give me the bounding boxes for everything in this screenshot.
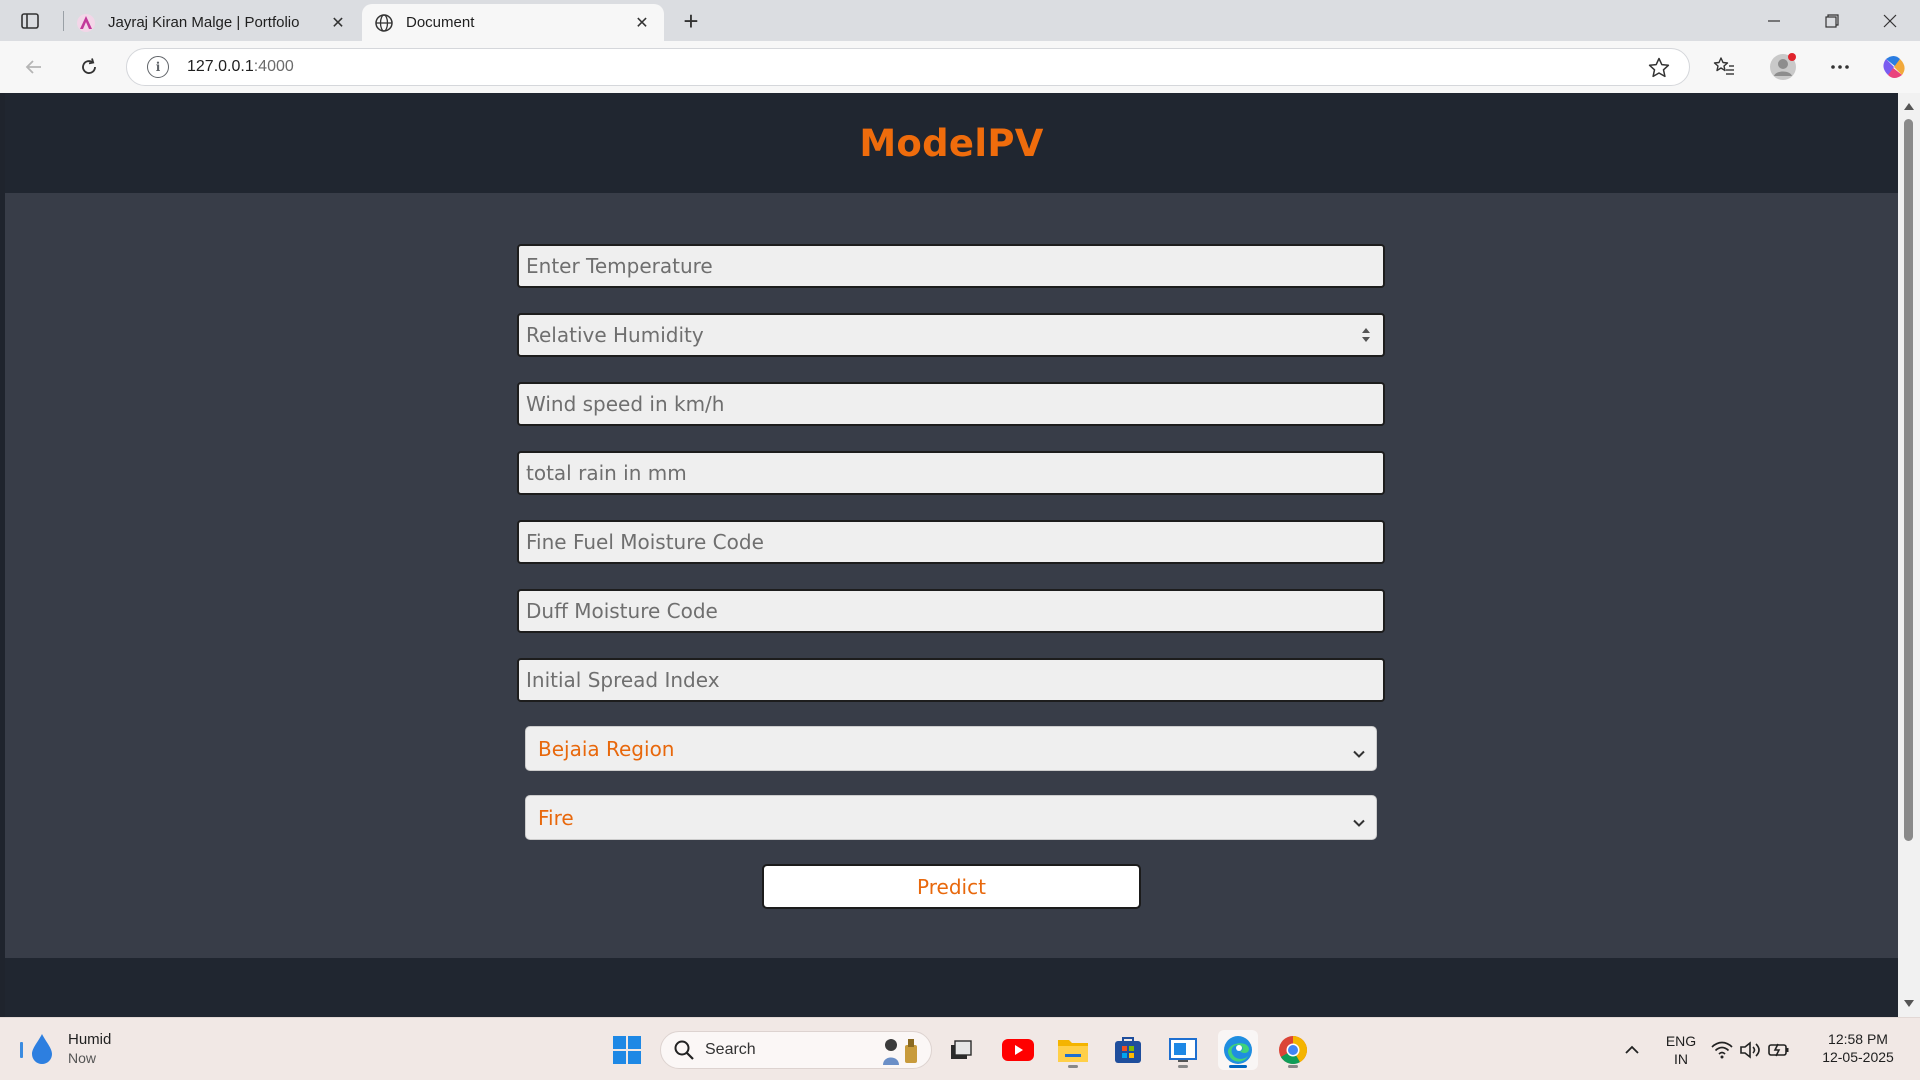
remote-desktop-icon[interactable] — [1163, 1030, 1203, 1070]
wind-speed-input[interactable]: Wind speed in km/h — [517, 382, 1385, 426]
region-select[interactable]: Bejaia Region — [525, 726, 1377, 771]
profile-avatar-icon[interactable] — [1767, 51, 1799, 83]
copilot-icon[interactable] — [1878, 51, 1910, 83]
browser-toolbar: i 127.0.0.1:4000 — [0, 41, 1920, 93]
url-host: 127.0.0.1 — [187, 58, 254, 75]
edge-browser-icon[interactable] — [1218, 1030, 1258, 1070]
running-indicator — [1068, 1065, 1078, 1068]
task-view-icon[interactable] — [941, 1030, 981, 1070]
tab-document[interactable]: Document ✕ — [362, 4, 664, 41]
clock[interactable]: 12:58 PM 12-05-2025 — [1810, 1030, 1906, 1066]
windows-start-icon[interactable] — [607, 1030, 647, 1070]
tab-portfolio[interactable]: Jayraj Kiran Malge | Portfolio ✕ — [64, 4, 360, 41]
youtube-icon[interactable] — [998, 1030, 1038, 1070]
temperature-input[interactable]: Enter Temperature — [517, 244, 1385, 288]
microsoft-store-icon[interactable] — [1108, 1030, 1148, 1070]
address-bar[interactable]: i 127.0.0.1:4000 — [126, 48, 1690, 86]
file-explorer-icon[interactable] — [1053, 1030, 1093, 1070]
show-hidden-icons-chevron-up-icon[interactable] — [1612, 1030, 1652, 1070]
relative-humidity-placeholder: Relative Humidity — [526, 323, 704, 347]
battery-icon — [1768, 1043, 1789, 1057]
restore-icon[interactable] — [1804, 0, 1860, 41]
language-line-2: IN — [1674, 1051, 1688, 1067]
chevron-down-icon — [1352, 811, 1366, 827]
active-indicator — [1229, 1065, 1247, 1068]
search-placeholder: Search — [705, 1041, 756, 1058]
region-select-value: Bejaia Region — [538, 736, 675, 761]
weather-subtitle: Now — [68, 1050, 97, 1066]
favorite-star-icon[interactable] — [1647, 56, 1671, 80]
isi-input[interactable]: Initial Spread Index — [517, 658, 1385, 702]
scroll-down-arrow-icon[interactable] — [1904, 1000, 1914, 1007]
total-rain-input[interactable]: total rain in mm — [517, 451, 1385, 495]
tab-title: Jayraj Kiran Malge | Portfolio — [108, 14, 300, 31]
search-icon — [674, 1040, 694, 1060]
portfolio-favicon-icon — [76, 13, 96, 33]
url-port: :4000 — [253, 58, 294, 75]
language-line-1: ENG — [1665, 1033, 1697, 1049]
url-text: 127.0.0.1:4000 — [187, 58, 294, 76]
page-viewport: ModelPV Enter Temperature Relative Humid… — [5, 93, 1898, 1017]
tab-actions-icon[interactable] — [16, 8, 44, 34]
ffmc-input[interactable]: Fine Fuel Moisture Code — [517, 520, 1385, 564]
scroll-up-arrow-icon[interactable] — [1904, 103, 1914, 110]
tab-bar: Jayraj Kiran Malge | Portfolio ✕ Documen… — [0, 0, 1920, 41]
number-spinner-icon[interactable] — [1361, 325, 1371, 345]
page-footer — [5, 958, 1898, 1017]
running-indicator — [1178, 1065, 1188, 1068]
refresh-icon[interactable] — [73, 51, 105, 83]
weather-title: Humid — [68, 1031, 112, 1048]
dmc-input[interactable]: Duff Moisture Code — [517, 589, 1385, 633]
language-indicator[interactable]: ENG IN — [1658, 1032, 1704, 1068]
site-info-icon[interactable]: i — [147, 56, 169, 78]
running-indicator — [1288, 1065, 1298, 1068]
search-highlight-icon — [883, 1039, 917, 1065]
brand-title: ModelPV — [859, 121, 1044, 165]
close-tab-icon[interactable]: ✕ — [632, 13, 652, 33]
wifi-icon — [1711, 1041, 1733, 1059]
back-arrow-icon[interactable] — [18, 51, 50, 83]
chevron-down-icon — [1352, 742, 1366, 758]
humidity-drop-icon — [20, 1034, 52, 1064]
weather-widget[interactable]: Humid Now — [18, 1030, 111, 1068]
favorites-icon[interactable] — [1708, 51, 1740, 83]
relative-humidity-input[interactable]: Relative Humidity — [517, 313, 1385, 357]
page-scrollbar[interactable] — [1898, 93, 1920, 1017]
tab-title: Document — [406, 14, 475, 31]
class-select[interactable]: Fire — [525, 795, 1377, 840]
taskbar: Humid Now Search ENG IN 12:58 PM 12-05-2… — [0, 1017, 1920, 1080]
minimize-icon[interactable] — [1746, 0, 1802, 41]
class-select-value: Fire — [538, 805, 574, 830]
globe-icon — [374, 13, 394, 33]
taskbar-search[interactable]: Search — [660, 1031, 932, 1069]
predict-button[interactable]: Predict — [762, 864, 1141, 909]
close-window-icon[interactable] — [1862, 0, 1918, 41]
close-tab-icon[interactable]: ✕ — [328, 13, 348, 33]
page-header: ModelPV — [5, 93, 1898, 193]
clock-date: 12-05-2025 — [1822, 1049, 1894, 1065]
volume-icon — [1740, 1041, 1760, 1059]
quick-settings[interactable] — [1706, 1030, 1796, 1070]
chrome-icon[interactable] — [1273, 1030, 1313, 1070]
scroll-thumb[interactable] — [1904, 119, 1913, 841]
new-tab-icon[interactable]: + — [676, 6, 706, 36]
more-options-icon[interactable] — [1824, 51, 1856, 83]
clock-time: 12:58 PM — [1828, 1031, 1888, 1047]
